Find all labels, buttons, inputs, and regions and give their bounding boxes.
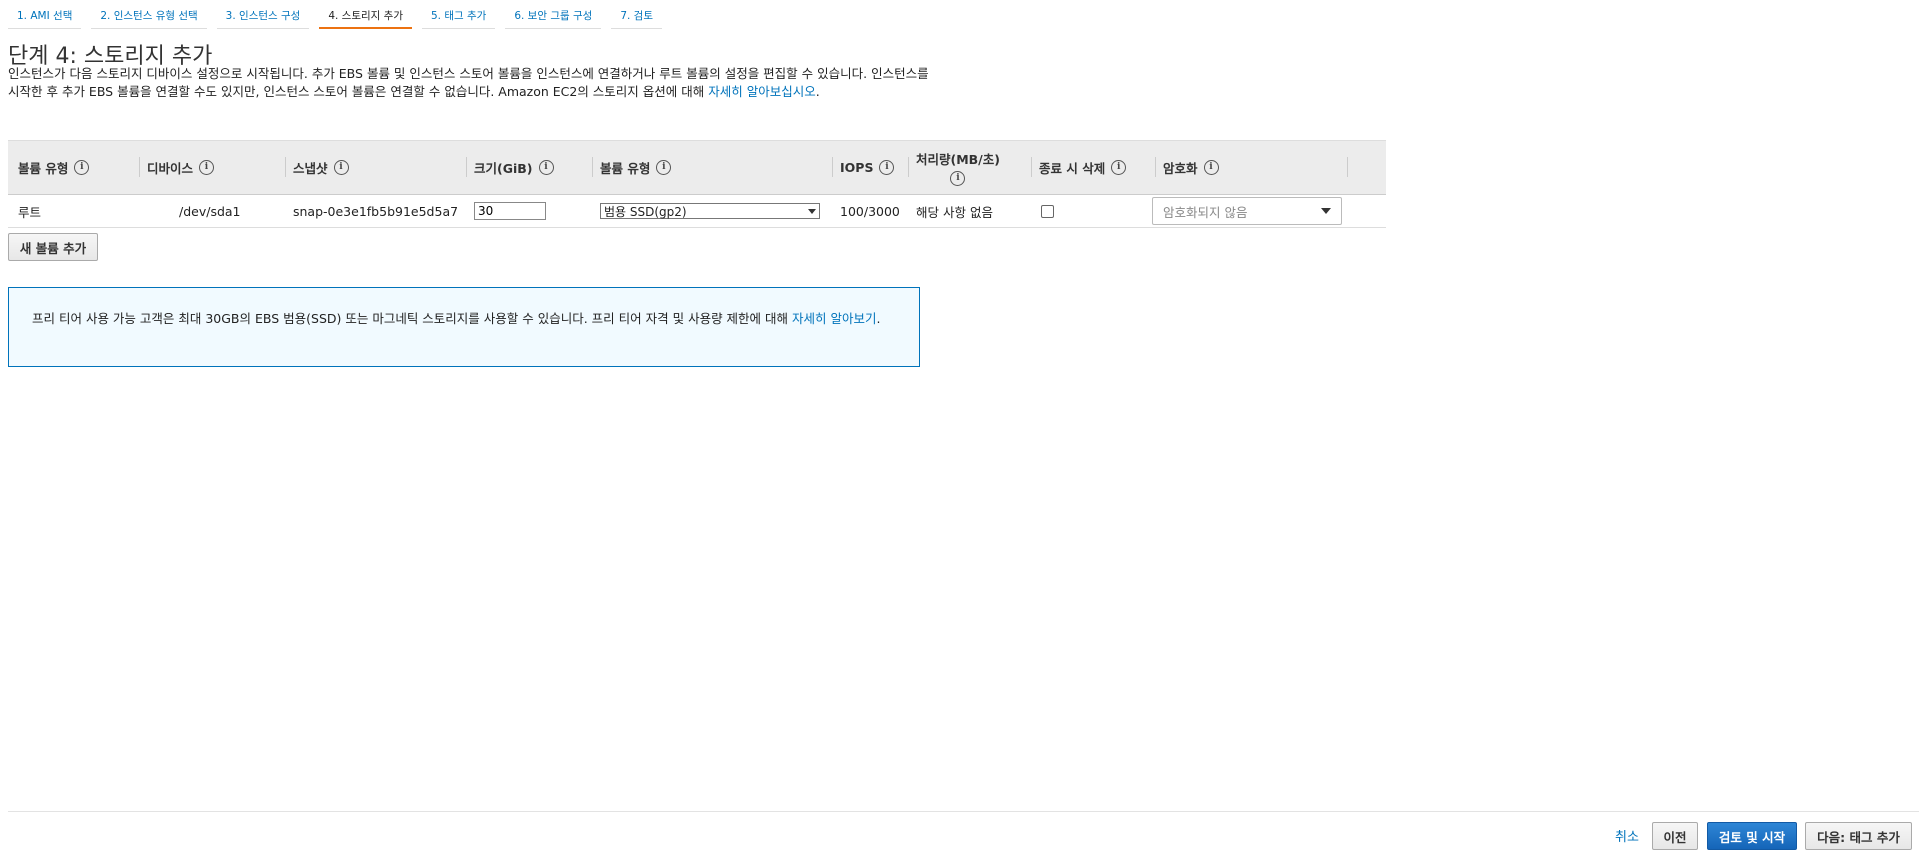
header-volume-type-label: 볼륨 유형	[600, 161, 651, 176]
wizard-tabs: 1. AMI 선택 2. 인스턴스 유형 선택 3. 인스턴스 구성 4. 스토…	[8, 0, 672, 29]
chevron-down-icon	[808, 208, 816, 214]
column-divider	[908, 157, 909, 177]
description-end: .	[815, 84, 820, 99]
info-icon[interactable]: i	[199, 160, 215, 175]
header-snapshot: 스냅샷 i	[285, 141, 349, 194]
cell-volume-kind: 루트	[18, 204, 42, 220]
header-delete-on-termination: 종료 시 삭제 i	[1031, 141, 1127, 194]
review-and-launch-button[interactable]: 검토 및 시작	[1707, 822, 1797, 850]
info-icon[interactable]: i	[74, 160, 90, 175]
table-row: 루트 /dev/sda1 snap-0e3e1fb5b91e5d5a7 범용 S…	[8, 195, 1386, 228]
column-divider	[285, 157, 286, 177]
size-input[interactable]	[474, 202, 546, 220]
encryption-value: 암호화되지 않음	[1163, 204, 1248, 220]
cell-volume-type: 범용 SSD(gp2)	[600, 195, 820, 227]
header-volume-type: 볼륨 유형 i	[592, 141, 672, 194]
tab-instance-config[interactable]: 3. 인스턴스 구성	[216, 0, 310, 29]
header-iops-label: IOPS	[840, 160, 874, 175]
tab-add-tags[interactable]: 5. 태그 추가	[421, 0, 496, 29]
column-divider	[1031, 157, 1032, 177]
storage-table: 볼륨 유형 i 디바이스 i 스냅샷 i 크기(GiB) i 볼륨 유형 i I…	[8, 140, 1386, 228]
column-divider	[832, 157, 833, 177]
cell-encryption: 암호화되지 않음	[1152, 195, 1342, 227]
page-description: 인스턴스가 다음 스토리지 디바이스 설정으로 시작됩니다. 추가 EBS 볼륨…	[8, 65, 938, 101]
storage-options-link[interactable]: 자세히 알아보십시오	[708, 84, 815, 99]
column-divider	[592, 157, 593, 177]
header-size-label: 크기(GiB)	[474, 161, 533, 176]
table-header: 볼륨 유형 i 디바이스 i 스냅샷 i 크기(GiB) i 볼륨 유형 i I…	[8, 140, 1386, 195]
info-icon[interactable]: i	[1203, 160, 1219, 175]
header-throughput-label: 처리량(MB/초)	[916, 152, 1000, 167]
cell-delete-on-termination	[1041, 195, 1054, 227]
chevron-down-icon	[1321, 208, 1331, 214]
info-icon[interactable]: i	[656, 160, 672, 175]
delete-on-termination-checkbox[interactable]	[1041, 204, 1054, 218]
header-encryption-label: 암호화	[1163, 161, 1198, 176]
header-delete-label: 종료 시 삭제	[1039, 161, 1106, 176]
free-tier-notice: 프리 티어 사용 가능 고객은 최대 30GB의 EBS 범용(SSD) 또는 …	[8, 287, 920, 367]
info-icon[interactable]: i	[950, 171, 966, 186]
notice-end: .	[876, 311, 881, 326]
header-size: 크기(GiB) i	[466, 141, 554, 194]
cancel-link[interactable]: 취소	[1615, 826, 1639, 845]
info-icon[interactable]: i	[538, 160, 554, 175]
info-icon[interactable]: i	[1111, 160, 1127, 175]
header-device-label: 디바이스	[147, 161, 194, 176]
column-divider	[466, 157, 467, 177]
header-throughput: 처리량(MB/초) i	[908, 141, 1000, 194]
header-snapshot-label: 스냅샷	[293, 161, 328, 176]
notice-text: 프리 티어 사용 가능 고객은 최대 30GB의 EBS 범용(SSD) 또는 …	[32, 311, 792, 326]
volume-type-value: 범용 SSD(gp2)	[604, 204, 687, 219]
cell-snapshot: snap-0e3e1fb5b91e5d5a7	[293, 203, 459, 219]
tab-ami[interactable]: 1. AMI 선택	[8, 0, 82, 29]
next-add-tags-button[interactable]: 다음: 태그 추가	[1805, 822, 1912, 850]
header-volume-kind: 볼륨 유형 i	[18, 141, 90, 194]
encryption-select[interactable]: 암호화되지 않음	[1152, 197, 1342, 225]
info-icon[interactable]: i	[333, 160, 349, 175]
cell-throughput: 해당 사항 없음	[916, 204, 993, 220]
header-iops: IOPS i	[832, 141, 895, 194]
header-device: 디바이스 i	[139, 141, 215, 194]
add-volume-button[interactable]: 새 볼륨 추가	[8, 233, 98, 261]
cell-device: /dev/sda1	[179, 203, 241, 219]
column-divider	[1347, 157, 1348, 177]
column-divider	[1155, 157, 1156, 177]
header-volume-kind-label: 볼륨 유형	[18, 161, 69, 176]
info-icon[interactable]: i	[879, 160, 895, 175]
tab-security-group[interactable]: 6. 보안 그룹 구성	[505, 0, 602, 29]
tab-add-storage[interactable]: 4. 스토리지 추가	[319, 0, 412, 29]
previous-button[interactable]: 이전	[1652, 822, 1698, 850]
tab-review[interactable]: 7. 검토	[611, 0, 663, 29]
footer-divider	[8, 811, 1919, 812]
free-tier-link[interactable]: 자세히 알아보기	[792, 311, 876, 326]
cell-size	[474, 195, 546, 227]
volume-type-select[interactable]: 범용 SSD(gp2)	[600, 203, 820, 219]
header-encryption: 암호화 i	[1155, 141, 1219, 194]
column-divider	[139, 157, 140, 177]
cell-iops: 100/3000	[840, 203, 900, 219]
tab-instance-type[interactable]: 2. 인스턴스 유형 선택	[91, 0, 207, 29]
